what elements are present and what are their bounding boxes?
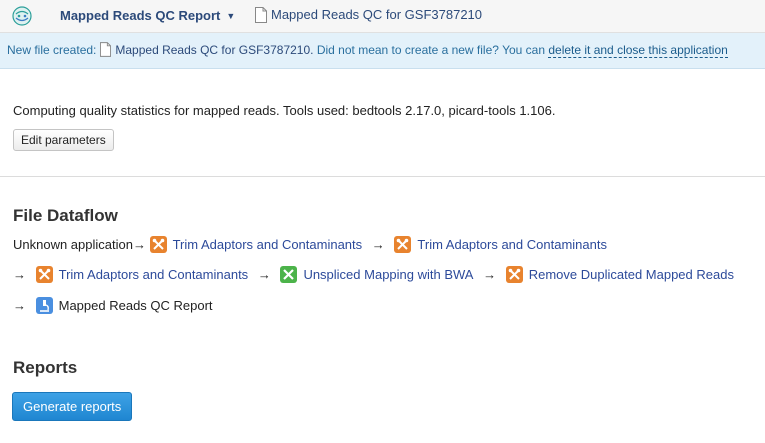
dataflow-node: Unspliced Mapping with BWA bbox=[280, 266, 473, 284]
dataflow-arrow: → bbox=[132, 237, 146, 253]
notice-file-name: Mapped Reads QC for GSF3787210. bbox=[115, 43, 314, 57]
dataflow-node-link[interactable]: Remove Duplicated Mapped Reads bbox=[529, 267, 734, 282]
trim-icon bbox=[394, 236, 412, 254]
dataflow-arrow: → bbox=[257, 267, 271, 283]
app-title: Mapped Reads QC Report bbox=[60, 8, 221, 23]
top-bar: Mapped Reads QC Report ▼ Mapped Reads QC … bbox=[0, 0, 765, 33]
dataflow-node-link[interactable]: Unspliced Mapping with BWA bbox=[303, 267, 473, 282]
notice-message: Did not mean to create a new file? You c… bbox=[316, 43, 545, 57]
section-divider bbox=[0, 176, 765, 177]
app-description: Computing quality statistics for mapped … bbox=[13, 103, 556, 118]
trim-icon bbox=[505, 266, 523, 284]
dataflow-node-link[interactable]: Trim Adaptors and Contaminants bbox=[173, 237, 363, 252]
file-name: Mapped Reads QC for GSF3787210 bbox=[271, 7, 483, 23]
dataflow-line: Unknown application→ Trim Adaptors and C… bbox=[13, 236, 607, 254]
document-icon bbox=[255, 6, 267, 23]
file-name-link[interactable]: Mapped Reads QC for GSF3787210 bbox=[255, 6, 482, 23]
caret-down-icon: ▼ bbox=[226, 11, 236, 21]
notice-prefix: New file created: bbox=[7, 43, 97, 57]
dataflow-node: Trim Adaptors and Contaminants bbox=[394, 236, 607, 254]
dataflow-node: Trim Adaptors and Contaminants bbox=[149, 236, 363, 254]
dataflow-node-label: Mapped Reads QC Report bbox=[58, 298, 213, 314]
dataflow-node-link[interactable]: Trim Adaptors and Contaminants bbox=[417, 237, 607, 252]
mapping-icon bbox=[280, 266, 298, 284]
dataflow-start-label: Unknown application bbox=[13, 237, 133, 253]
trim-icon bbox=[149, 236, 167, 254]
app-title-dropdown[interactable]: Mapped Reads QC Report ▼ bbox=[60, 8, 235, 23]
new-file-notice: New file created: Mapped Reads QC for GS… bbox=[0, 33, 765, 69]
generate-reports-button[interactable]: Generate reports bbox=[12, 392, 133, 421]
dataflow-arrow: → bbox=[483, 267, 497, 283]
trim-icon bbox=[35, 266, 53, 284]
dataflow-line: → Mapped Reads QC Report bbox=[13, 297, 213, 315]
document-icon bbox=[100, 42, 112, 57]
delete-and-close-link[interactable]: delete it and close this application bbox=[548, 43, 728, 58]
app-logo-icon[interactable] bbox=[12, 6, 32, 26]
reports-heading: Reports bbox=[13, 358, 78, 377]
dataflow-arrow: → bbox=[371, 237, 385, 253]
dataflow-line: → Trim Adaptors and Contaminants → Unspl… bbox=[13, 266, 734, 284]
edit-parameters-button[interactable]: Edit parameters bbox=[13, 129, 114, 151]
microscope-icon bbox=[35, 297, 53, 315]
dataflow-arrow: → bbox=[13, 267, 26, 283]
file-dataflow-heading: File Dataflow bbox=[13, 206, 118, 225]
dataflow-node: Remove Duplicated Mapped Reads bbox=[505, 266, 734, 284]
dataflow-node-link[interactable]: Trim Adaptors and Contaminants bbox=[59, 267, 249, 282]
dataflow-node: Mapped Reads QC Report bbox=[35, 297, 213, 315]
dataflow-node: Trim Adaptors and Contaminants bbox=[35, 266, 249, 284]
dataflow-arrow: → bbox=[13, 298, 26, 314]
